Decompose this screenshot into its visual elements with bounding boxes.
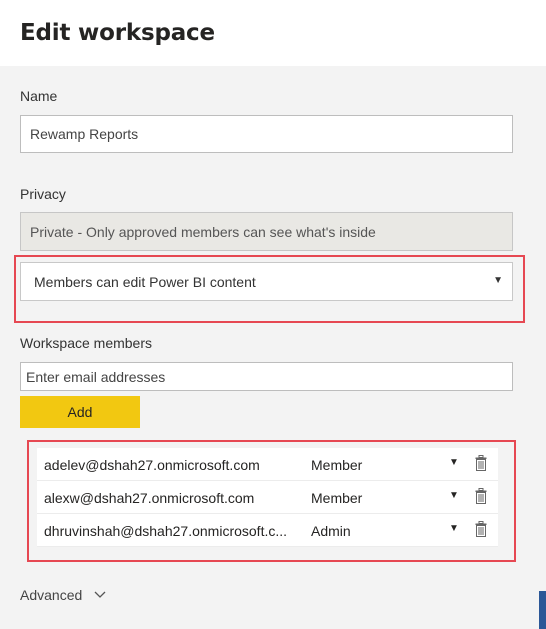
edge-bar	[539, 591, 546, 629]
highlight-box-members	[27, 440, 516, 562]
dialog-header: Edit workspace	[0, 0, 546, 66]
chevron-down-icon	[94, 591, 106, 598]
name-label: Name	[20, 88, 58, 104]
workspace-members-label: Workspace members	[20, 335, 153, 351]
highlight-box-permissions	[14, 255, 525, 323]
add-button[interactable]: Add	[20, 396, 140, 428]
email-input[interactable]: Enter email addresses	[20, 362, 513, 391]
advanced-label: Advanced	[20, 587, 83, 603]
privacy-field: Private - Only approved members can see …	[20, 212, 513, 251]
privacy-label: Privacy	[20, 186, 66, 202]
advanced-toggle[interactable]: Advanced	[20, 587, 106, 603]
dialog-title: Edit workspace	[20, 20, 215, 46]
name-input[interactable]: Rewamp Reports	[20, 115, 513, 153]
